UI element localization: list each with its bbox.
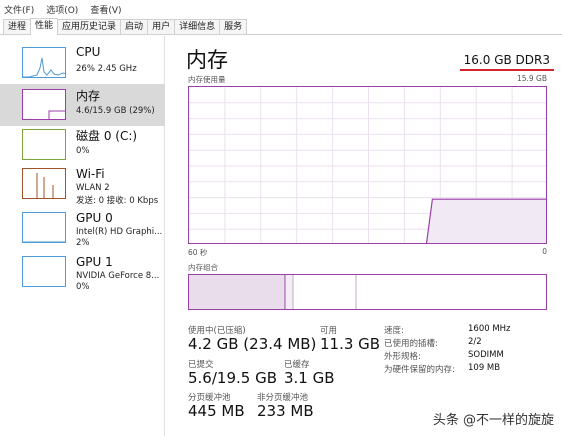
tab-users[interactable]: 用户: [147, 19, 176, 34]
menu-view[interactable]: 查看(V): [90, 3, 121, 16]
sidebar-item-title: Wi-Fi: [76, 167, 105, 181]
sidebar-item-wifi[interactable]: Wi-Fi WLAN 2 发送: 0 接收: 0 Kbps: [0, 164, 165, 210]
tab-performance[interactable]: 性能: [30, 18, 59, 35]
sidebar-item-title: GPU 1: [76, 255, 113, 269]
wifi-thumbnail: [22, 168, 66, 199]
usage-chart-svg: [189, 87, 546, 243]
sidebar-item-subtitle: NVIDIA GeForce 8...: [76, 271, 160, 281]
memory-composition-bar: [188, 274, 547, 310]
tab-app-history[interactable]: 应用历史记录: [57, 19, 122, 34]
info-form-label: 外形规格:: [384, 352, 421, 362]
sidebar-item-subtitle: Intel(R) HD Graphi...: [76, 227, 163, 237]
sidebar-item-cpu[interactable]: CPU 26% 2.45 GHz: [0, 42, 165, 84]
memory-detail-panel: 内存 16.0 GB DDR3 内存使用量 15.9 GB 60 秒 0 内存组…: [170, 36, 562, 436]
memory-usage-chart: [188, 86, 547, 244]
tab-services[interactable]: 服务: [219, 19, 248, 34]
sidebar-item-subtitle: WLAN 2: [76, 183, 110, 193]
committed-value: 5.6/19.5 GB: [188, 369, 277, 387]
nonpaged-pool-value: 233 MB: [257, 402, 314, 420]
info-reserved-label: 为硬件保留的内存:: [384, 365, 455, 375]
tab-startup[interactable]: 启动: [120, 19, 149, 34]
tab-processes[interactable]: 进程: [3, 19, 32, 34]
gpu1-thumbnail: [22, 256, 66, 287]
disk-thumbnail: [22, 129, 66, 160]
cpu-thumbnail: [22, 47, 66, 78]
resource-sidebar: CPU 26% 2.45 GHz 内存 4.6/15.9 GB (29%) 磁盘…: [0, 36, 165, 436]
info-reserved-value: 109 MB: [468, 363, 501, 373]
info-slots-value: 2/2: [468, 337, 482, 347]
info-speed-value: 1600 MHz: [468, 324, 511, 334]
in-use-value: 4.2 GB (23.4 MB): [188, 335, 317, 353]
sidebar-item-disk[interactable]: 磁盘 0 (C:) 0%: [0, 124, 165, 166]
memory-thumbnail: [22, 89, 66, 120]
menu-file[interactable]: 文件(F): [4, 3, 34, 16]
sidebar-item-subtitle-2: 2%: [76, 238, 90, 248]
watermark: 头条 @不一样的旋旋: [432, 413, 554, 428]
tab-bar: 进程 性能 应用历史记录 启动 用户 详细信息 服务: [0, 18, 562, 35]
memory-spec: 16.0 GB DDR3: [463, 53, 550, 67]
tab-details[interactable]: 详细信息: [174, 19, 221, 34]
gpu0-thumbnail: [22, 212, 66, 243]
usage-chart-label: 内存使用量: [188, 75, 226, 84]
sidebar-item-gpu1[interactable]: GPU 1 NVIDIA GeForce 8... 0%: [0, 252, 165, 298]
sidebar-item-gpu0[interactable]: GPU 0 Intel(R) HD Graphi... 2%: [0, 208, 165, 254]
sidebar-item-title: GPU 0: [76, 211, 113, 225]
composition-modified: [286, 275, 293, 309]
sidebar-item-subtitle-2: 发送: 0 接收: 0 Kbps: [76, 196, 159, 206]
sidebar-item-title: 内存: [76, 89, 101, 103]
usage-chart-max: 15.9 GB: [516, 74, 547, 83]
spec-underline: [460, 69, 554, 71]
sidebar-item-subtitle: 4.6/15.9 GB (29%): [76, 106, 155, 116]
sidebar-item-memory[interactable]: 内存 4.6/15.9 GB (29%): [0, 84, 165, 126]
paged-pool-value: 445 MB: [188, 402, 245, 420]
sidebar-item-subtitle: 0%: [76, 146, 90, 156]
info-form-value: SODIMM: [468, 350, 504, 360]
info-speed-label: 速度:: [384, 326, 404, 336]
menu-bar: 文件(F) 选项(O) 查看(V): [0, 0, 562, 18]
composition-label: 内存组合: [188, 263, 218, 272]
sidebar-item-title: CPU: [76, 45, 101, 59]
sidebar-item-subtitle: 26% 2.45 GHz: [76, 64, 137, 74]
info-slots-label: 已使用的插槽:: [384, 339, 438, 349]
available-value: 11.3 GB: [320, 335, 381, 353]
cached-value: 3.1 GB: [284, 369, 335, 387]
sidebar-item-title: 磁盘 0 (C:): [76, 129, 138, 143]
sidebar-item-subtitle-2: 0%: [76, 282, 90, 292]
page-title: 内存: [186, 48, 228, 72]
chart-time-left: 60 秒: [188, 248, 208, 257]
menu-options[interactable]: 选项(O): [46, 3, 78, 16]
composition-in-use: [189, 275, 285, 309]
chart-time-right: 0: [542, 247, 547, 256]
